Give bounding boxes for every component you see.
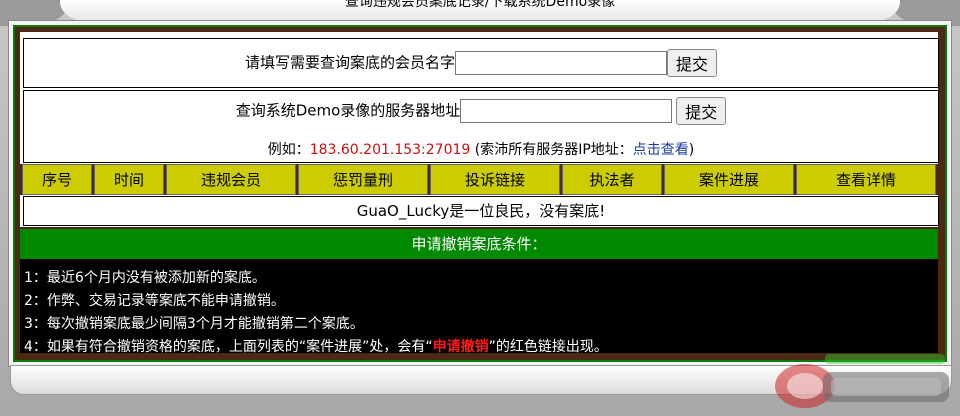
revoke-condition-4: 4：如果有符合撤销资格的案底，上面列表的“案件进展”处，会有“申请撤销”的红色链… <box>24 336 608 356</box>
col-header-progress: 案件进展 <box>664 164 794 195</box>
col-header-member: 违规会员 <box>166 164 296 195</box>
server-example-line: 例如：183.60.201.153:27019 (索沛所有服务器IP地址：点击查… <box>24 139 938 159</box>
server-query-submit-button[interactable]: 提交 <box>676 97 727 125</box>
member-query-label: 请填写需要查询案底的会员名字 <box>244 53 455 72</box>
example-address: 183.60.201.153:27019 <box>309 142 471 158</box>
member-name-input[interactable] <box>455 51 667 75</box>
case-table-header: 序号 时间 违规会员 惩罚量刑 投诉链接 执法者 案件进展 查看详情 <box>20 164 938 195</box>
revoke-condition-1: 1：最近6个月内没有被添加新的案底。 <box>24 270 266 286</box>
revoke-conditions-list: 1：最近6个月内没有被添加新的案底。 2：作弊、交易记录等案底不能申请撤销。 3… <box>20 259 938 356</box>
content-frame: 请填写需要查询案底的会员名字 提交 查询系统Demo录像的服务器地址 提交 例如：1… <box>13 25 947 362</box>
revoke-condition-4-prefix: 4：如果有符合撤销资格的案底，上面列表的“案件进展”处，会有“ <box>24 339 433 355</box>
example-note-open: (索沛所有服务器IP地址： <box>470 142 633 158</box>
member-query-form: 请填写需要查询案底的会员名字 提交 <box>23 38 939 88</box>
col-header-details: 查看详情 <box>796 164 936 195</box>
col-header-enforcer: 执法者 <box>562 164 662 195</box>
main-panel: 请填写需要查询案底的会员名字 提交 查询系统Demo录像的服务器地址 提交 例如：1… <box>8 20 952 367</box>
result-message: GuaO_Lucky是一位良民，没有案底! <box>23 196 939 226</box>
col-header-penalty: 惩罚量刑 <box>298 164 428 195</box>
site-logo-watermark <box>775 354 949 408</box>
content-inner: 请填写需要查询案底的会员名字 提交 查询系统Demo录像的服务器地址 提交 例如：1… <box>20 32 939 356</box>
revoke-condition-4-suffix: ”的红色链接出现。 <box>488 339 608 355</box>
revoke-condition-2: 2：作弊、交易记录等案底不能申请撤销。 <box>24 293 285 309</box>
revoke-request-highlight: 申请撤销 <box>432 339 489 355</box>
server-query-form: 查询系统Demo录像的服务器地址 提交 例如：183.60.201.153:270… <box>23 90 939 163</box>
example-note-close: ) <box>688 142 695 158</box>
window-title: 查询违规会员案底记录/下载系统Demo录像 <box>344 0 616 10</box>
col-header-index: 序号 <box>22 164 92 195</box>
revoke-condition-3: 3：每次撤销案底最少间隔3个月才能撤销第二个案底。 <box>24 316 364 332</box>
member-query-submit-button[interactable]: 提交 <box>667 49 718 77</box>
server-address-label: 查询系统Demo录像的服务器地址 <box>235 101 461 120</box>
col-header-complaint-link: 投诉链接 <box>430 164 560 195</box>
window-title-bar: 查询违规会员案底记录/下载系统Demo录像 <box>60 0 900 22</box>
server-list-link[interactable]: 点击查看 <box>633 142 689 158</box>
example-prefix: 例如： <box>267 142 310 158</box>
window-chrome: 查询违规会员案底记录/下载系统Demo录像 请填写需要查询案底的会员名字 提交 查… <box>0 0 960 416</box>
server-address-input[interactable] <box>460 99 673 123</box>
revoke-conditions-title: 申请撤销案底条件： <box>20 227 938 261</box>
col-header-time: 时间 <box>94 164 164 195</box>
